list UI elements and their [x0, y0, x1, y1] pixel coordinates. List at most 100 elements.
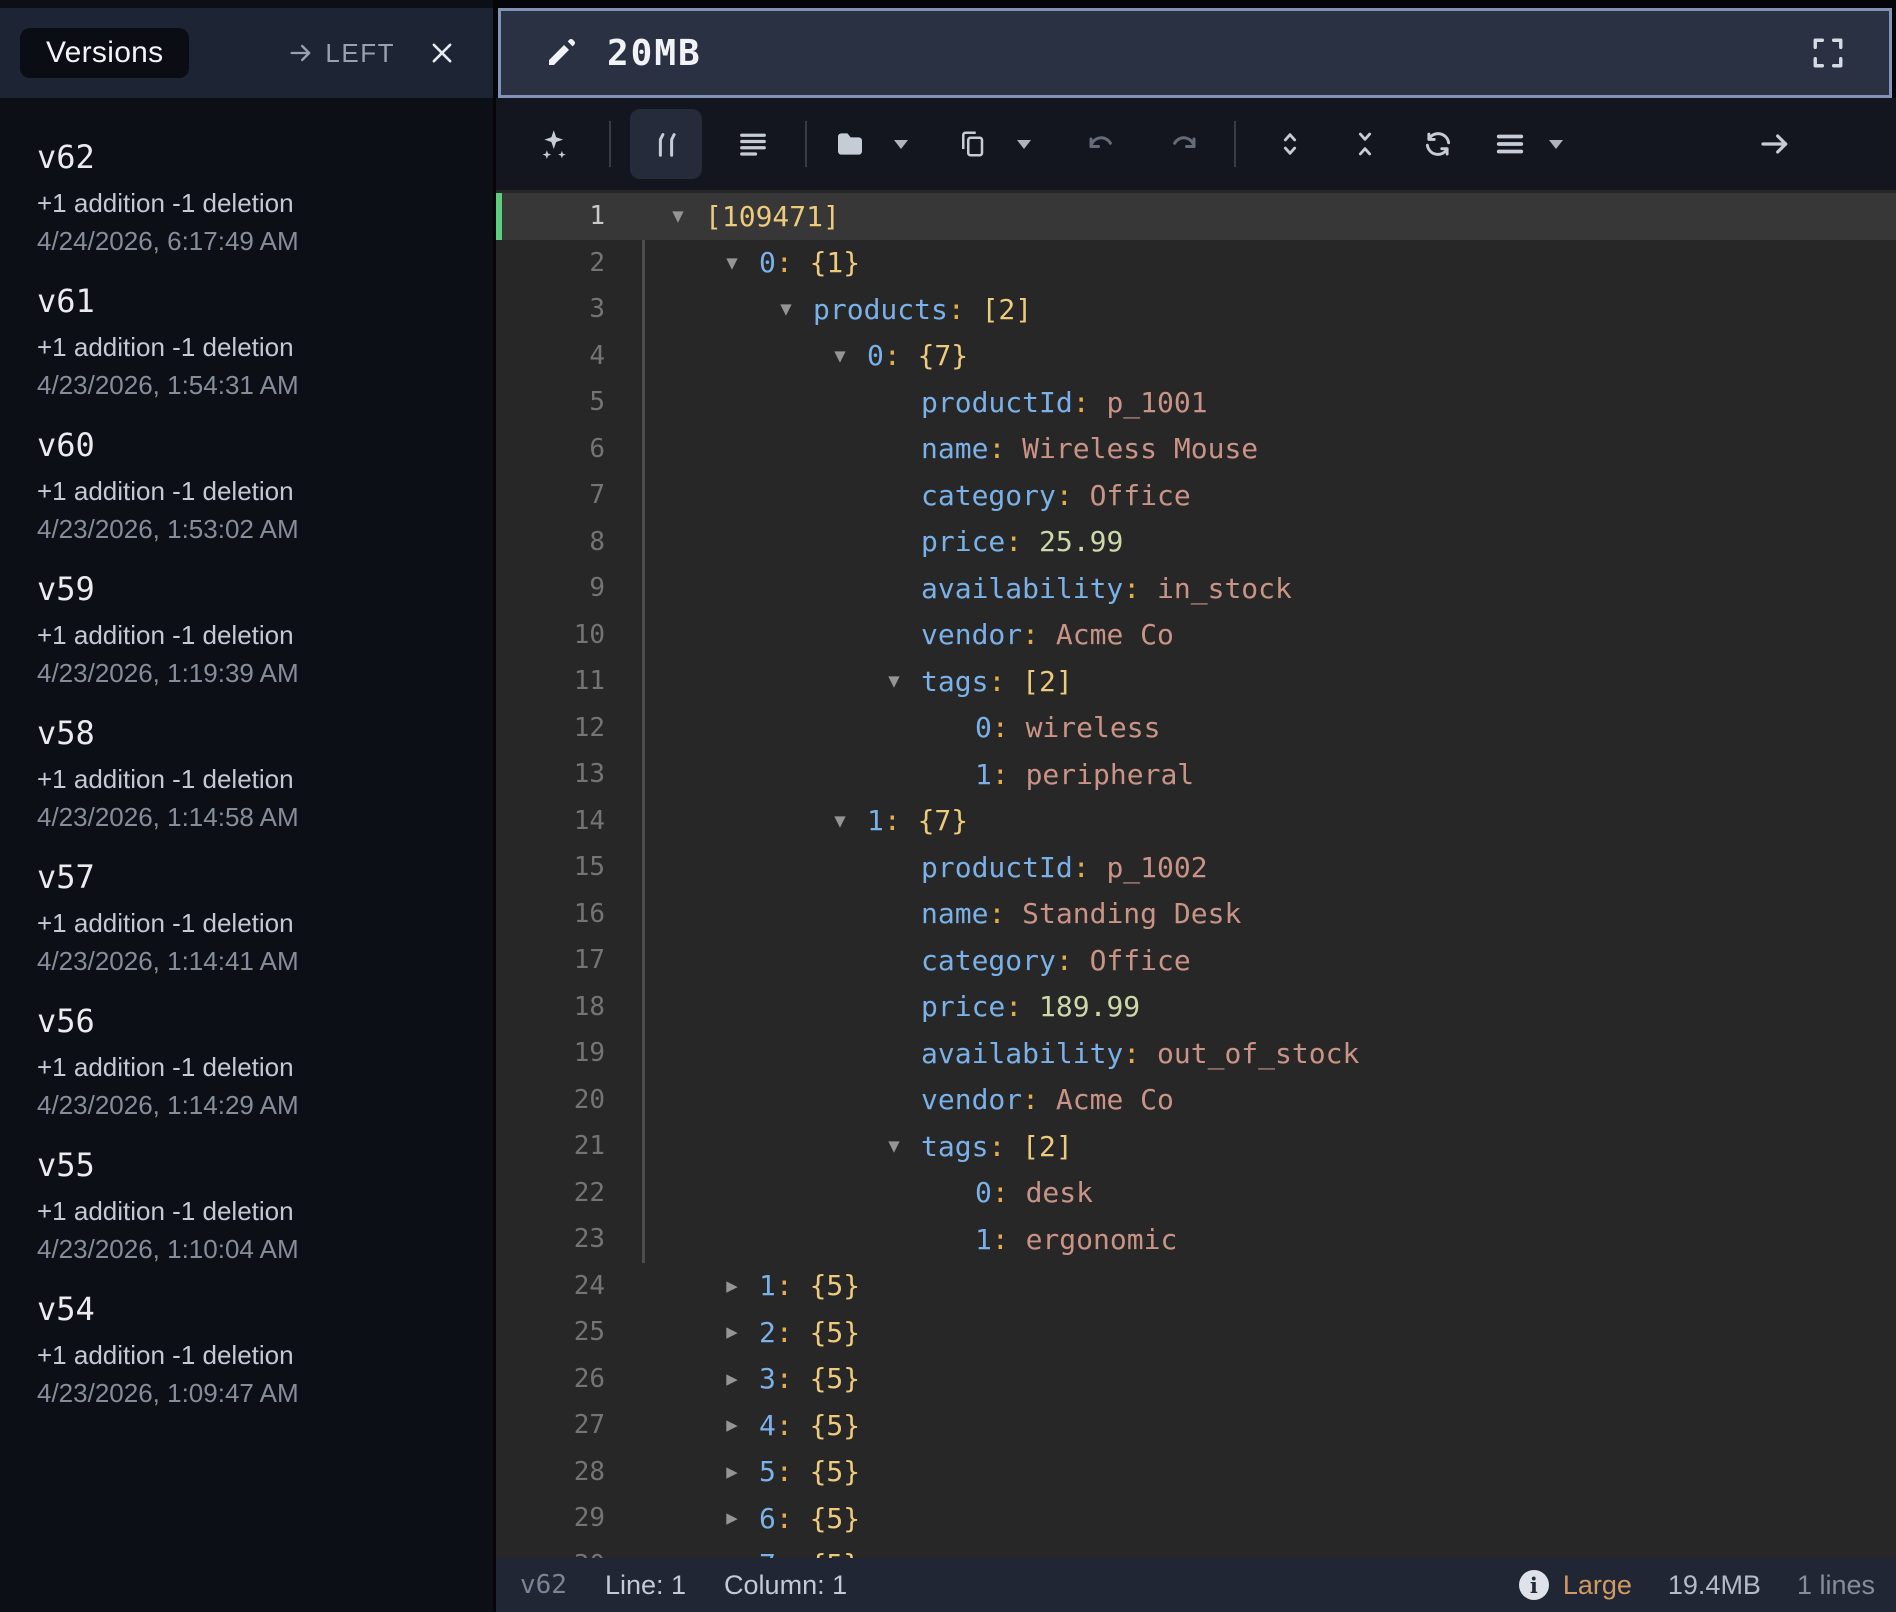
- json-key[interactable]: 5: [759, 1455, 776, 1488]
- collapse-arrow-icon[interactable]: ▼: [715, 240, 749, 287]
- expand-all-icon[interactable]: [1262, 116, 1318, 172]
- version-list-item[interactable]: v62 +1 addition -1 deletion 4/24/2026, 6…: [37, 138, 410, 282]
- json-key[interactable]: productId: [921, 851, 1073, 884]
- size-category-badge[interactable]: i Large: [1519, 1570, 1632, 1601]
- tree-mode-button[interactable]: [630, 109, 702, 179]
- tree-row[interactable]: 14▼1: {7}: [496, 798, 1896, 845]
- tree-row[interactable]: 11▼tags: [2]: [496, 658, 1896, 705]
- json-key[interactable]: price: [921, 525, 1005, 558]
- json-value[interactable]: p_1001: [1106, 386, 1207, 419]
- json-value[interactable]: Office: [1090, 479, 1191, 512]
- json-value[interactable]: {5}: [810, 1269, 861, 1302]
- tree-row[interactable]: 2▼0: {1}: [496, 240, 1896, 287]
- collapse-arrow-icon[interactable]: ▼: [661, 193, 695, 240]
- version-list-item[interactable]: v59 +1 addition -1 deletion 4/23/2026, 1…: [37, 570, 410, 714]
- json-key[interactable]: 1: [975, 758, 992, 791]
- json-value[interactable]: Wireless Mouse: [1022, 432, 1258, 465]
- tree-row[interactable]: 9availability: in_stock: [496, 565, 1896, 612]
- json-value[interactable]: Acme Co: [1056, 618, 1174, 651]
- tree-row[interactable]: 5productId: p_1001: [496, 379, 1896, 426]
- version-list-item[interactable]: v55 +1 addition -1 deletion 4/23/2026, 1…: [37, 1146, 410, 1290]
- tree-row[interactable]: 21▼tags: [2]: [496, 1123, 1896, 1170]
- collapse-arrow-icon[interactable]: ▼: [877, 658, 911, 705]
- tree-row[interactable]: 19availability: out_of_stock: [496, 1030, 1896, 1077]
- expand-arrow-icon[interactable]: ▶: [715, 1495, 749, 1542]
- version-list-item[interactable]: v60 +1 addition -1 deletion 4/23/2026, 1…: [37, 426, 410, 570]
- collapse-arrow-icon[interactable]: ▼: [823, 333, 857, 380]
- json-value[interactable]: Office: [1090, 944, 1191, 977]
- json-key[interactable]: 3: [759, 1362, 776, 1395]
- json-key[interactable]: 1: [867, 804, 884, 837]
- tree-row[interactable]: 27▶4: {5}: [496, 1402, 1896, 1449]
- tree-row[interactable]: 17category: Office: [496, 937, 1896, 984]
- json-value[interactable]: [109471]: [705, 200, 840, 233]
- dock-left-button[interactable]: LEFT: [287, 38, 395, 69]
- version-list-item[interactable]: v57 +1 addition -1 deletion 4/23/2026, 1…: [37, 858, 410, 1002]
- tree-row[interactable]: 18price: 189.99: [496, 984, 1896, 1031]
- tree-row[interactable]: 231: ergonomic: [496, 1216, 1896, 1263]
- collapse-arrow-icon[interactable]: ▼: [823, 798, 857, 845]
- expand-arrow-icon[interactable]: ▶: [715, 1449, 749, 1496]
- tree-row[interactable]: 4▼0: {7}: [496, 333, 1896, 380]
- tree-row[interactable]: 10vendor: Acme Co: [496, 612, 1896, 659]
- json-value[interactable]: Acme Co: [1056, 1083, 1174, 1116]
- json-value[interactable]: {5}: [810, 1362, 861, 1395]
- json-value[interactable]: wireless: [1026, 711, 1161, 744]
- json-value[interactable]: [2]: [1022, 665, 1073, 698]
- tree-row[interactable]: 8price: 25.99: [496, 519, 1896, 566]
- json-key[interactable]: 1: [759, 1269, 776, 1302]
- json-key[interactable]: 1: [975, 1223, 992, 1256]
- version-list-item[interactable]: v56 +1 addition -1 deletion 4/23/2026, 1…: [37, 1002, 410, 1146]
- json-value[interactable]: in_stock: [1157, 572, 1292, 605]
- close-icon[interactable]: [427, 38, 457, 68]
- json-value[interactable]: {5}: [810, 1548, 861, 1558]
- json-key[interactable]: category: [921, 944, 1056, 977]
- tree-row[interactable]: 25▶2: {5}: [496, 1309, 1896, 1356]
- expand-arrow-icon[interactable]: ▶: [715, 1542, 749, 1559]
- copy-icon[interactable]: [944, 116, 1000, 172]
- open-menu-caret-icon[interactable]: [888, 116, 914, 172]
- fullscreen-icon[interactable]: [1811, 36, 1845, 70]
- undo-icon[interactable]: [1073, 116, 1129, 172]
- tree-row[interactable]: 220: desk: [496, 1170, 1896, 1217]
- json-value[interactable]: {5}: [810, 1455, 861, 1488]
- json-key[interactable]: vendor: [921, 618, 1022, 651]
- tree-row[interactable]: 1▼[109471]: [496, 193, 1896, 240]
- copy-menu-caret-icon[interactable]: [1011, 116, 1037, 172]
- open-folder-icon[interactable]: [822, 116, 878, 172]
- version-list-item[interactable]: v54 +1 addition -1 deletion 4/23/2026, 1…: [37, 1290, 410, 1434]
- version-list-item[interactable]: v58 +1 addition -1 deletion 4/23/2026, 1…: [37, 714, 410, 858]
- json-key[interactable]: category: [921, 479, 1056, 512]
- text-mode-button[interactable]: [725, 116, 781, 172]
- tree-row[interactable]: 20vendor: Acme Co: [496, 1077, 1896, 1124]
- tree-row[interactable]: 30▶7: {5}: [496, 1542, 1896, 1559]
- arrow-right-panel-icon[interactable]: [1747, 116, 1803, 172]
- menu-caret-icon[interactable]: [1543, 116, 1569, 172]
- version-list-item[interactable]: v61 +1 addition -1 deletion 4/23/2026, 1…: [37, 282, 410, 426]
- refresh-icon[interactable]: [1410, 116, 1466, 172]
- json-key[interactable]: tags: [921, 665, 988, 698]
- json-key[interactable]: 7: [759, 1548, 776, 1558]
- json-value[interactable]: p_1002: [1106, 851, 1207, 884]
- expand-arrow-icon[interactable]: ▶: [715, 1356, 749, 1403]
- json-key[interactable]: 0: [975, 711, 992, 744]
- collapse-all-icon[interactable]: [1337, 116, 1393, 172]
- expand-arrow-icon[interactable]: ▶: [715, 1402, 749, 1449]
- json-value[interactable]: [2]: [1022, 1130, 1073, 1163]
- json-value[interactable]: {7}: [918, 804, 969, 837]
- json-key[interactable]: availability: [921, 572, 1123, 605]
- tree-row[interactable]: 24▶1: {5}: [496, 1263, 1896, 1310]
- menu-icon[interactable]: [1482, 116, 1538, 172]
- collapse-arrow-icon[interactable]: ▼: [769, 286, 803, 333]
- json-value[interactable]: {5}: [810, 1502, 861, 1535]
- json-key[interactable]: 0: [759, 246, 776, 279]
- redo-icon[interactable]: [1156, 116, 1212, 172]
- tree-row[interactable]: 15productId: p_1002: [496, 844, 1896, 891]
- json-key[interactable]: 0: [975, 1176, 992, 1209]
- versions-tab[interactable]: Versions: [20, 28, 189, 78]
- expand-arrow-icon[interactable]: ▶: [715, 1309, 749, 1356]
- json-value[interactable]: [2]: [982, 293, 1033, 326]
- json-value[interactable]: desk: [1026, 1176, 1093, 1209]
- json-value[interactable]: peripheral: [1026, 758, 1195, 791]
- tree-row[interactable]: 16name: Standing Desk: [496, 891, 1896, 938]
